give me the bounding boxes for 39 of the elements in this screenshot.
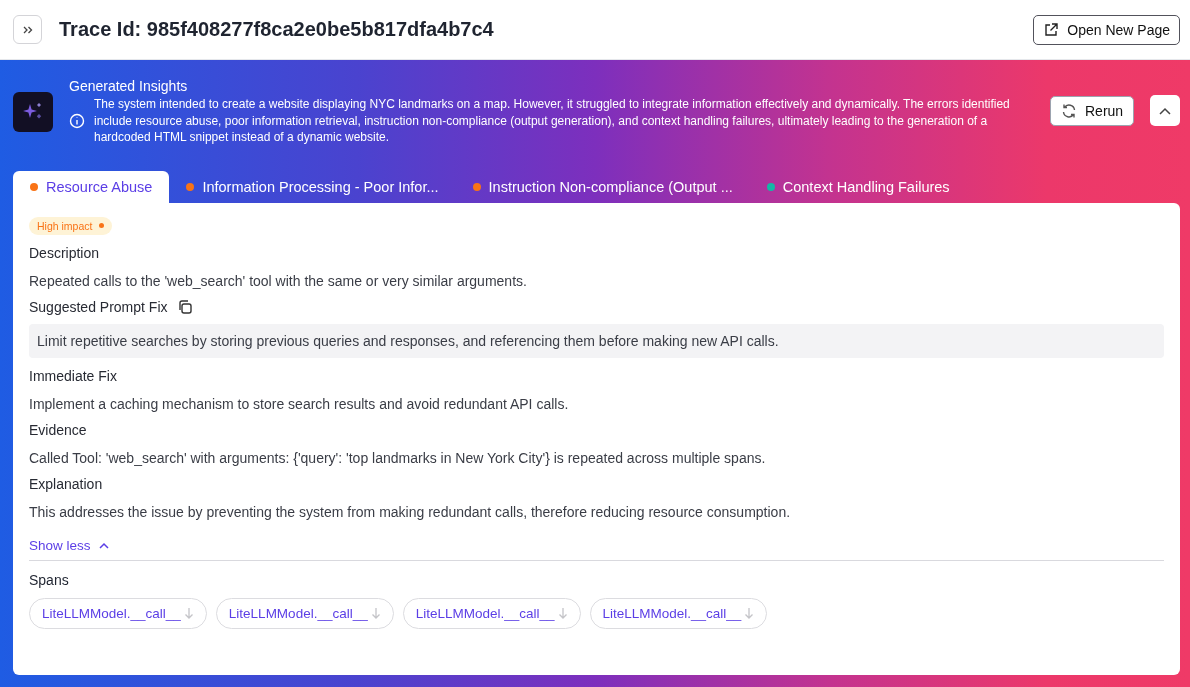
span-chip[interactable]: LiteLLMModel.__call__ — [589, 597, 768, 629]
collapse-button[interactable] — [1150, 95, 1180, 126]
section-heading: Explanation — [29, 475, 104, 492]
span-chip[interactable]: LiteLLMModel.__call__ — [215, 597, 394, 629]
span-chip[interactable]: LiteLLMModel.__call__ — [402, 597, 581, 629]
chevron-up-icon — [1159, 106, 1172, 115]
prompt-fix-box: Limit repetitive searches by storing previous queries and responses, and referencing them before making new API calls. — [29, 323, 1164, 358]
insights-summary: The system intended to create a website displaying NYC landmarks on a map. However, it struggled to integrate information effectively and dynamically. The errors identified include resource abuse, poor information retrieval, instruction non-compliance (output generation), and context handling failures, ultimately leading to the generation of a hardcoded HTML snippet instead of a dynamic website. — [94, 96, 1011, 146]
section-text: This addresses the issue by preventing the system from making redundant calls, therefore reducing resource consumption. — [29, 503, 792, 520]
section-heading: Evidence — [29, 421, 88, 438]
copy-icon[interactable] — [176, 298, 193, 315]
issue-tab[interactable]: Information Processing - Poor Infor... — [169, 170, 456, 203]
section-heading: Description — [29, 244, 101, 261]
show-less-link[interactable]: Show less — [29, 537, 109, 553]
section-text: Implement a caching mechanism to store search results and avoid redundant API calls. — [29, 395, 570, 412]
arrow-down-icon — [744, 607, 755, 619]
arrow-down-icon — [183, 607, 194, 619]
sparkle-icon — [13, 92, 53, 132]
rerun-button[interactable]: Rerun — [1050, 96, 1135, 126]
impact-badge: High impact — [29, 216, 113, 235]
refresh-icon — [1061, 103, 1077, 119]
issue-tab[interactable]: Resource Abuse — [13, 170, 170, 203]
issue-tab[interactable]: Instruction Non-compliance (Output ... — [455, 170, 750, 203]
chevron-up-icon — [98, 541, 109, 549]
spans-heading: Spans — [29, 571, 70, 588]
section-heading: Immediate Fix — [29, 367, 118, 384]
insights-title: Generated Insights — [69, 78, 189, 94]
page-title: Trace Id: 985f408277f8ca2e0be5b817dfa4b7c4 — [59, 18, 495, 41]
section-text: Repeated calls to the 'web_search' tool with the same or very similar arguments. — [29, 272, 528, 289]
issue-tab[interactable]: Context Handling Failures — [749, 170, 967, 203]
arrow-down-icon — [370, 607, 381, 619]
section-heading: Suggested Prompt Fix — [29, 298, 168, 315]
info-icon — [69, 112, 85, 129]
expand-button[interactable] — [13, 15, 42, 44]
section-text: Called Tool: 'web_search' with arguments: {'query': 'top landmarks in New York City'} is repeated across multiple spans. — [29, 449, 767, 466]
external-link-icon — [1043, 21, 1060, 38]
arrow-down-icon — [557, 607, 568, 619]
open-new-page-button[interactable]: Open New Page — [1033, 14, 1180, 45]
span-chip[interactable]: LiteLLMModel.__call__ — [29, 597, 207, 629]
